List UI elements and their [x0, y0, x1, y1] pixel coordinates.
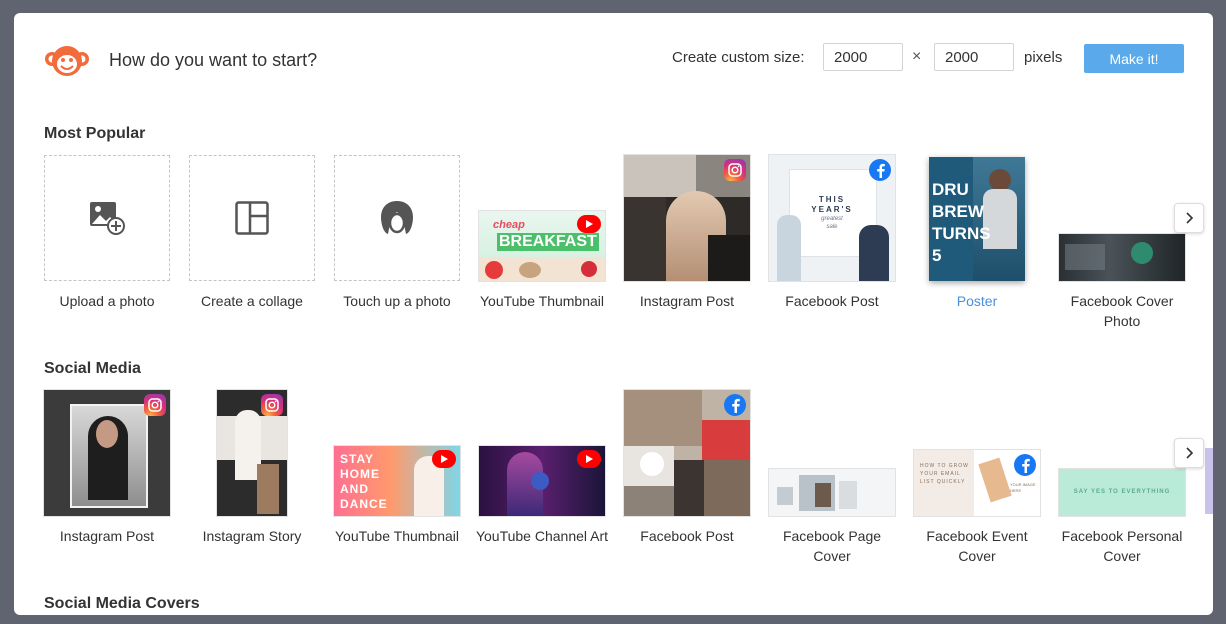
- template-tile-facebook-post-social[interactable]: Facebook Post: [624, 390, 750, 565]
- facebook-page-cover-image[interactable]: [769, 469, 895, 516]
- thumb-text: 5: [932, 246, 942, 265]
- height-input[interactable]: [934, 43, 1014, 71]
- dialog-title: How do you want to start?: [109, 50, 318, 70]
- tile-label: Facebook Personal Cover: [1061, 528, 1183, 564]
- touch-up-thumb[interactable]: [334, 155, 460, 281]
- start-dialog: How do you want to start? Create custom …: [14, 13, 1213, 615]
- touch-up-face-icon: [381, 201, 413, 234]
- pixels-label: pixels: [1024, 49, 1063, 66]
- section-title-social-media: Social Media: [44, 360, 141, 377]
- custom-size-label: Create custom size:: [672, 49, 805, 66]
- chevron-right-icon: [1186, 447, 1194, 459]
- poster-image[interactable]: DRU BREW TURNS 5: [929, 157, 1025, 281]
- times-symbol: ×: [912, 48, 922, 65]
- template-tile-facebook-cover-photo[interactable]: Facebook Cover Photo: [1059, 155, 1185, 330]
- facebook-icon: [1014, 454, 1036, 476]
- thumb-text: greatest: [821, 216, 843, 222]
- template-tile-youtube-thumbnail[interactable]: cheap BREAKFAST YouTube Thumbnail: [479, 155, 605, 330]
- tile-label: YouTube Channel Art: [475, 528, 609, 544]
- template-tile-touch-up[interactable]: Touch up a photo: [334, 155, 460, 330]
- thumb-text: DRU: [932, 180, 969, 199]
- tile-label: YouTube Thumbnail: [334, 528, 460, 544]
- chevron-right-icon: [1186, 212, 1194, 224]
- instagram-icon: [144, 394, 166, 416]
- tile-label: Create a collage: [201, 293, 303, 309]
- template-tile-youtube-channel-art[interactable]: YouTube Channel Art: [476, 390, 608, 565]
- template-tile-upload-photo[interactable]: Upload a photo: [44, 155, 170, 330]
- template-tile-instagram-story[interactable]: Instagram Story: [189, 390, 315, 565]
- tile-label: Instagram Post: [59, 528, 155, 544]
- instagram-post-social-image[interactable]: [44, 390, 170, 516]
- facebook-post-image[interactable]: THIS YEAR'S greatest sale: [769, 155, 895, 281]
- facebook-personal-cover-image[interactable]: SAY YES TO EVERYTHING: [1059, 469, 1185, 516]
- section-title-most-popular: Most Popular: [44, 125, 146, 142]
- youtube-channel-art-image[interactable]: [479, 446, 605, 516]
- collage-icon: [235, 201, 269, 235]
- facebook-icon: [724, 394, 746, 416]
- tile-label: Poster: [956, 293, 998, 309]
- template-tile-create-collage[interactable]: Create a collage: [189, 155, 315, 330]
- tile-label: Instagram Post: [639, 293, 735, 309]
- facebook-cover-photo-image[interactable]: [1059, 234, 1185, 281]
- tile-label: Upload a photo: [59, 293, 155, 309]
- instagram-story-image[interactable]: [217, 390, 287, 516]
- thumb-text: SAY YES TO EVERYTHING: [1073, 489, 1171, 495]
- tile-label: Instagram Story: [202, 528, 302, 544]
- tile-label: Facebook Post: [640, 528, 734, 544]
- tile-label: Facebook Event Cover: [926, 528, 1028, 564]
- tile-label: Facebook Page Cover: [782, 528, 882, 564]
- youtube-icon: [577, 215, 601, 233]
- tile-label: Touch up a photo: [343, 293, 451, 309]
- social-media-next-button[interactable]: [1174, 438, 1204, 468]
- template-tile-facebook-post[interactable]: THIS YEAR'S greatest sale Facebook Post: [769, 155, 895, 330]
- tile-label: YouTube Thumbnail: [479, 293, 605, 309]
- instagram-icon: [724, 159, 746, 181]
- thumb-text: STAY HOME AND DANCE: [340, 452, 388, 511]
- upload-photo-icon: [90, 202, 125, 235]
- social-media-row: Instagram Post Instagram Story STAY HOME…: [44, 390, 1190, 565]
- thumb-text: THIS: [818, 195, 846, 204]
- youtube-thumbnail-image[interactable]: cheap BREAKFAST: [479, 211, 605, 281]
- most-popular-row: Upload a photo Create a collage Touch up…: [44, 155, 1190, 330]
- facebook-icon: [869, 159, 891, 181]
- tile-label: Facebook Cover Photo: [1070, 293, 1174, 329]
- next-template-peek: [1205, 448, 1213, 514]
- thumb-text: sale: [826, 224, 838, 230]
- collage-thumb[interactable]: [189, 155, 315, 281]
- facebook-event-cover-image[interactable]: HOW TO GROW YOUR EMAIL LIST QUICKLY YOUR…: [914, 450, 1040, 516]
- thumb-text: YEAR'S: [811, 205, 853, 214]
- facebook-post-social-image[interactable]: [624, 390, 750, 516]
- youtube-thumbnail-social-image[interactable]: STAY HOME AND DANCE: [334, 446, 460, 516]
- most-popular-next-button[interactable]: [1174, 203, 1204, 233]
- instagram-post-image[interactable]: [624, 155, 750, 281]
- thumb-text: HOW TO GROW YOUR EMAIL LIST QUICKLY: [920, 463, 969, 485]
- thumb-text: YOUR IMAGE HERE: [1010, 482, 1036, 493]
- thumb-text: TURNS: [932, 224, 991, 243]
- width-input[interactable]: [823, 43, 903, 71]
- template-tile-instagram-post-social[interactable]: Instagram Post: [44, 390, 170, 565]
- make-it-button[interactable]: Make it!: [1084, 44, 1184, 73]
- tile-label: Facebook Post: [785, 293, 879, 309]
- upload-photo-thumb[interactable]: [44, 155, 170, 281]
- youtube-icon: [432, 450, 456, 468]
- section-title-social-media-covers: Social Media Covers: [44, 595, 200, 612]
- thumb-text: BREW: [932, 202, 984, 221]
- thumb-text: BREAKFAST: [497, 233, 599, 251]
- template-tile-youtube-thumbnail-social[interactable]: STAY HOME AND DANCE YouTube Thumbnail: [334, 390, 460, 565]
- youtube-icon: [577, 450, 601, 468]
- template-tile-facebook-personal-cover[interactable]: SAY YES TO EVERYTHING Facebook Personal …: [1059, 390, 1185, 565]
- thumb-text: cheap: [493, 219, 525, 231]
- picmonkey-logo-icon: [45, 46, 89, 76]
- template-tile-instagram-post[interactable]: Instagram Post: [624, 155, 750, 330]
- template-tile-facebook-event-cover[interactable]: HOW TO GROW YOUR EMAIL LIST QUICKLY YOUR…: [914, 390, 1040, 565]
- instagram-icon: [261, 394, 283, 416]
- template-tile-facebook-page-cover[interactable]: Facebook Page Cover: [769, 390, 895, 565]
- template-tile-poster[interactable]: DRU BREW TURNS 5 Poster: [914, 155, 1040, 330]
- dialog-header: How do you want to start? Create custom …: [14, 13, 1213, 105]
